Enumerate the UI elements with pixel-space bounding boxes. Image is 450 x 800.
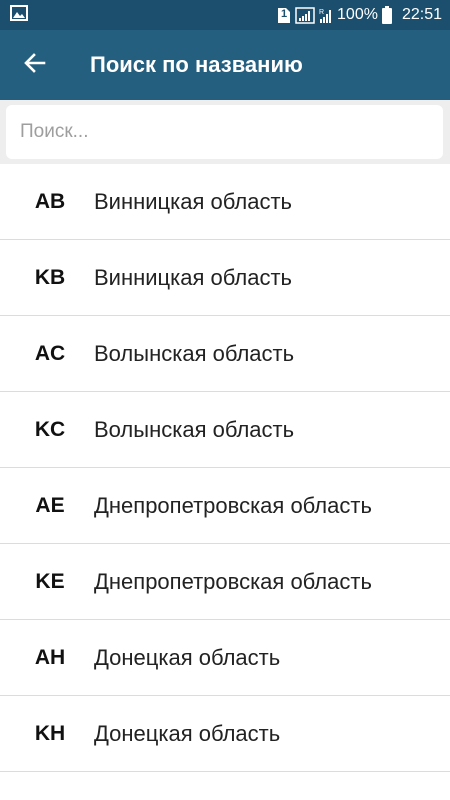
region-name: Днепропетровская область <box>94 568 372 594</box>
status-right: 1 R 100% 22:51 <box>277 6 442 24</box>
search-bar <box>0 100 450 164</box>
signal-icon <box>295 6 315 24</box>
sim-label: 1 <box>280 7 288 20</box>
plate-code: KH <box>34 721 66 745</box>
list-item[interactable]: AH Донецкая область <box>0 620 450 696</box>
page-title: Поиск по названию <box>90 52 303 77</box>
status-time: 22:51 <box>401 6 442 23</box>
app-bar: Поиск по названию <box>0 30 450 100</box>
list-item[interactable]: AC Волынская область <box>0 316 450 392</box>
list-item[interactable]: KH Донецкая область <box>0 696 450 772</box>
plate-code: KB <box>34 265 66 289</box>
svg-text:R: R <box>319 9 324 16</box>
image-notification-icon <box>10 4 28 26</box>
plate-code: AH <box>34 645 66 669</box>
status-bar: 1 R 100% 22:51 <box>0 0 450 30</box>
battery-icon <box>381 6 392 24</box>
region-list: AB Винницкая область KB Винницкая область AC… <box>0 164 450 772</box>
battery-percent: 100% <box>337 6 378 23</box>
list-item[interactable]: AE Днепропетровская область <box>0 468 450 544</box>
plate-code: AE <box>35 493 65 517</box>
status-left <box>10 4 28 26</box>
list-item[interactable]: KB Винницкая область <box>0 240 450 316</box>
region-name: Донецкая область <box>94 720 281 746</box>
mobile-data-icon: R <box>319 7 333 24</box>
region-name: Винницкая область <box>94 188 292 214</box>
region-name: Волынская область <box>94 340 295 366</box>
search-input[interactable] <box>6 105 443 159</box>
arrow-left-icon <box>24 52 46 79</box>
list-item[interactable]: KE Днепропетровская область <box>0 544 450 620</box>
region-name: Винницкая область <box>94 264 292 290</box>
plate-code: KE <box>35 569 65 593</box>
list-item[interactable]: KC Волынская область <box>0 392 450 468</box>
sim-icon: 1 <box>277 7 291 24</box>
region-name: Донецкая область <box>94 644 281 670</box>
plate-code: AC <box>34 341 66 365</box>
region-name: Днепропетровская область <box>94 492 372 518</box>
plate-code: KC <box>34 417 66 441</box>
region-name: Волынская область <box>94 416 295 442</box>
plate-code: AB <box>34 189 66 213</box>
back-button[interactable] <box>0 30 70 100</box>
list-item[interactable]: AB Винницкая область <box>0 164 450 240</box>
